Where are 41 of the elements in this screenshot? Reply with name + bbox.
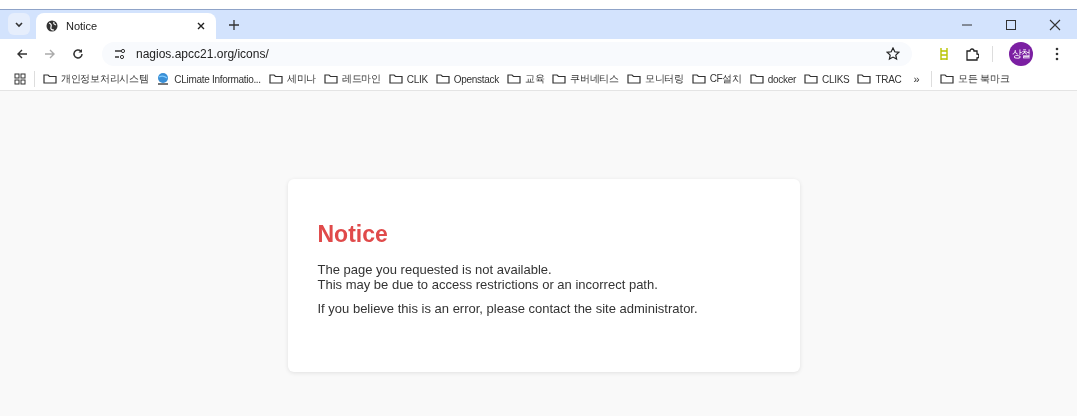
address-bar[interactable]: nagios.apcc21.org/icons/ (102, 41, 912, 66)
bookmark-item[interactable]: 교육 (502, 72, 549, 86)
folder-icon[interactable] (388, 72, 403, 86)
folder-icon[interactable] (691, 72, 706, 86)
bookmark-item[interactable]: 개인정보처리시스템 (39, 72, 153, 86)
folder-icon[interactable] (323, 72, 338, 86)
bookmark-item[interactable]: CLIK (384, 72, 432, 86)
bookmark-item[interactable]: 모든 북마크 (936, 72, 1014, 86)
folder-icon[interactable] (626, 72, 641, 86)
folder-icon[interactable] (749, 72, 764, 86)
bookmark-item[interactable]: docker (745, 72, 800, 86)
folder-icon[interactable] (552, 72, 567, 86)
bookmark-item[interactable]: 쿠버네티스 (548, 72, 623, 86)
globe-icon[interactable] (46, 20, 58, 32)
notice-text: If you believe this is an error, please contact the site administrator. (317, 301, 699, 316)
site-settings-icon[interactable] (114, 47, 126, 60)
bookmark-item[interactable]: TRAC (853, 72, 906, 86)
bookmark-item[interactable]: CLimate Informatio... (152, 72, 265, 86)
bookmark-item[interactable]: 세미나 (264, 72, 320, 86)
bookmark-item[interactable]: CF설치 (687, 72, 746, 86)
folder-icon[interactable] (940, 72, 955, 86)
apps-grid-icon[interactable] (14, 73, 26, 85)
bookmark-item[interactable]: CLIKS (800, 72, 854, 86)
folder-icon[interactable] (804, 72, 818, 86)
bookmark-item[interactable]: Openstack (431, 72, 503, 86)
more-bookmarks-button[interactable]: » (905, 73, 928, 85)
bookmark-item[interactable]: 레드마인 (319, 72, 385, 86)
folder-icon[interactable] (43, 72, 57, 86)
folder-icon[interactable] (857, 72, 872, 86)
notice-text: The page you requested is not available. This may be due to access restrictions or an incorrect path. (317, 262, 659, 292)
browser-tab[interactable]: Notice (36, 13, 216, 39)
new-tab-icon[interactable] (228, 19, 240, 31)
folder-icon[interactable] (435, 72, 450, 86)
profile-avatar[interactable]: 상철 (1009, 41, 1033, 66)
close-icon[interactable] (196, 21, 206, 31)
notice-heading: Notice (317, 223, 389, 246)
folder-icon[interactable] (268, 72, 283, 86)
bookmark-item[interactable]: 모니터링 (622, 72, 688, 86)
tab-list-icon[interactable] (8, 13, 30, 35)
folder-icon[interactable] (506, 72, 521, 86)
star-icon[interactable] (886, 46, 900, 61)
